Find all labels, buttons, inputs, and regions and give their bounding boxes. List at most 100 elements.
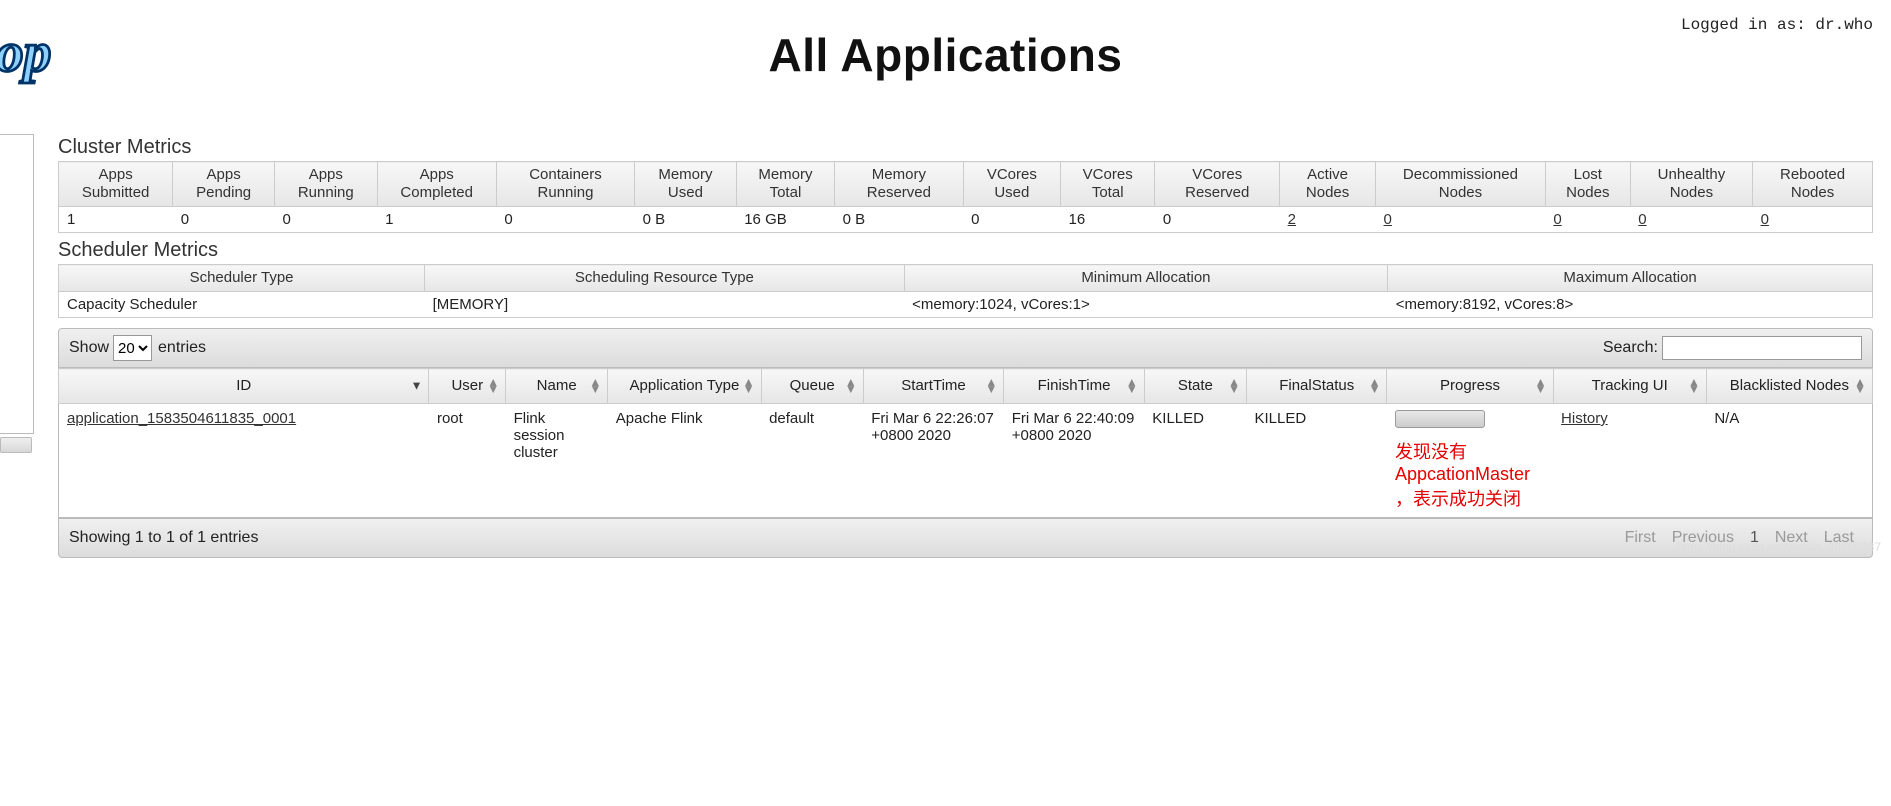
annotation-text: 发现没有AppcationMaster，表示成功关闭 — [1395, 438, 1545, 511]
metrics-cell: 0 — [496, 207, 634, 233]
watermark: https://blog.csdn.net/weixin_39608387 — [1677, 540, 1881, 554]
metrics-cell: <memory:8192, vCores:8> — [1388, 292, 1873, 318]
cell-name: Flink session cluster — [506, 404, 608, 518]
sort-icon: ▲▼ — [1369, 379, 1381, 393]
applications-table: ID▼User▲▼Name▲▼Application Type▲▼Queue▲▼… — [58, 368, 1873, 518]
showing-info: Showing 1 to 1 of 1 entries — [69, 529, 258, 547]
sort-icon: ▲▼ — [1228, 379, 1240, 393]
entries-label: entries — [158, 339, 206, 357]
metrics-header: Scheduler Type — [59, 265, 425, 292]
metrics-header: Apps Completed — [377, 162, 496, 207]
cell-queue: default — [761, 404, 863, 518]
metrics-cell: 0 — [963, 207, 1060, 233]
metrics-cell: [MEMORY] — [425, 292, 905, 318]
column-header[interactable]: Queue▲▼ — [761, 369, 863, 404]
sort-icon: ▲▼ — [845, 379, 857, 393]
metrics-cell: 0 B — [835, 207, 963, 233]
metrics-cell: Capacity Scheduler — [59, 292, 425, 318]
search-label: Search: — [1603, 339, 1658, 357]
metrics-header: VCores Reserved — [1155, 162, 1280, 207]
metrics-cell: 2 — [1280, 207, 1376, 233]
sort-icon: ▼ — [411, 382, 423, 389]
page-title: All Applications — [200, 28, 1691, 82]
metrics-link[interactable]: 0 — [1384, 211, 1392, 228]
metrics-cell: 0 — [1376, 207, 1546, 233]
cluster-metrics-title: Cluster Metrics — [58, 136, 1873, 159]
metrics-cell: 16 GB — [736, 207, 834, 233]
metrics-cell: 16 — [1061, 207, 1155, 233]
sort-icon: ▲▼ — [1126, 379, 1138, 393]
entries-select[interactable]: 20 — [113, 335, 152, 361]
metrics-header: Unhealthy Nodes — [1630, 162, 1752, 207]
metrics-cell: 0 — [173, 207, 275, 233]
metrics-header: Decommissioned Nodes — [1376, 162, 1546, 207]
column-header[interactable]: Progress▲▼ — [1387, 369, 1553, 404]
metrics-cell: 0 — [1155, 207, 1280, 233]
metrics-cell: 0 — [1630, 207, 1752, 233]
metrics-cell: 0 — [1545, 207, 1630, 233]
metrics-link[interactable]: 0 — [1638, 211, 1646, 228]
column-header[interactable]: State▲▼ — [1144, 369, 1246, 404]
cluster-metrics-table: Apps SubmittedApps PendingApps RunningAp… — [58, 161, 1873, 233]
metrics-header: Memory Total — [736, 162, 834, 207]
search-input[interactable] — [1662, 336, 1862, 360]
show-label: Show — [69, 339, 109, 357]
metrics-header: Active Nodes — [1280, 162, 1376, 207]
column-header[interactable]: Name▲▼ — [506, 369, 608, 404]
column-header[interactable]: FinalStatus▲▼ — [1246, 369, 1387, 404]
scheduler-metrics-title: Scheduler Metrics — [58, 239, 1873, 262]
sort-icon: ▲▼ — [743, 379, 755, 393]
scheduler-metrics-table: Scheduler TypeScheduling Resource TypeMi… — [58, 264, 1873, 318]
cell-final-status: KILLED — [1246, 404, 1387, 518]
metrics-cell: 0 — [1753, 207, 1873, 233]
metrics-link[interactable]: 0 — [1761, 211, 1769, 228]
metrics-header: Memory Reserved — [835, 162, 963, 207]
tracking-ui-link[interactable]: History — [1561, 410, 1608, 427]
metrics-link[interactable]: 2 — [1288, 211, 1296, 228]
table-row: application_1583504611835_0001 root Flin… — [59, 404, 1873, 518]
metrics-header: Apps Pending — [173, 162, 275, 207]
sort-icon: ▲▼ — [985, 379, 997, 393]
cell-blacklisted: N/A — [1706, 404, 1872, 518]
column-header[interactable]: FinishTime▲▼ — [1004, 369, 1145, 404]
column-header[interactable]: Blacklisted Nodes▲▼ — [1706, 369, 1872, 404]
metrics-cell: 1 — [377, 207, 496, 233]
column-header[interactable]: Application Type▲▼ — [608, 369, 761, 404]
metrics-header: Rebooted Nodes — [1753, 162, 1873, 207]
cell-start-time: Fri Mar 6 22:26:07 +0800 2020 — [863, 404, 1004, 518]
metrics-cell: <memory:1024, vCores:1> — [904, 292, 1388, 318]
metrics-header: Memory Used — [635, 162, 737, 207]
sort-icon: ▲▼ — [487, 379, 499, 393]
metrics-header: Apps Submitted — [59, 162, 173, 207]
app-id-link[interactable]: application_1583504611835_0001 — [67, 410, 296, 427]
column-header[interactable]: Tracking UI▲▼ — [1553, 369, 1706, 404]
metrics-header: VCores Total — [1061, 162, 1155, 207]
cell-finish-time: Fri Mar 6 22:40:09 +0800 2020 — [1004, 404, 1145, 518]
cell-app-type: Apache Flink — [608, 404, 761, 518]
hadoop-logo: doop — [0, 0, 200, 110]
metrics-header: Minimum Allocation — [904, 265, 1388, 292]
progress-bar — [1395, 410, 1485, 428]
pager-first[interactable]: First — [1617, 527, 1664, 549]
login-info: Logged in as: dr.who — [1681, 16, 1873, 34]
svg-text:doop: doop — [0, 22, 51, 84]
metrics-link[interactable]: 0 — [1553, 211, 1561, 228]
sort-icon: ▲▼ — [1854, 379, 1866, 393]
table-footer: Showing 1 to 1 of 1 entries FirstPreviou… — [58, 518, 1873, 558]
metrics-cell: 0 — [275, 207, 378, 233]
metrics-header: Maximum Allocation — [1388, 265, 1873, 292]
column-header[interactable]: ID▼ — [59, 369, 429, 404]
metrics-header: Scheduling Resource Type — [425, 265, 905, 292]
sidebar-stub — [0, 134, 34, 434]
metrics-cell: 1 — [59, 207, 173, 233]
metrics-header: Containers Running — [496, 162, 634, 207]
metrics-header: Apps Running — [275, 162, 378, 207]
column-header[interactable]: StartTime▲▼ — [863, 369, 1004, 404]
table-toolbar: Show 20 entries Search: — [58, 328, 1873, 368]
metrics-cell: 0 B — [635, 207, 737, 233]
metrics-header: Lost Nodes — [1545, 162, 1630, 207]
column-header[interactable]: User▲▼ — [429, 369, 506, 404]
sort-icon: ▲▼ — [1535, 379, 1547, 393]
sort-icon: ▲▼ — [1688, 379, 1700, 393]
cell-user: root — [429, 404, 506, 518]
